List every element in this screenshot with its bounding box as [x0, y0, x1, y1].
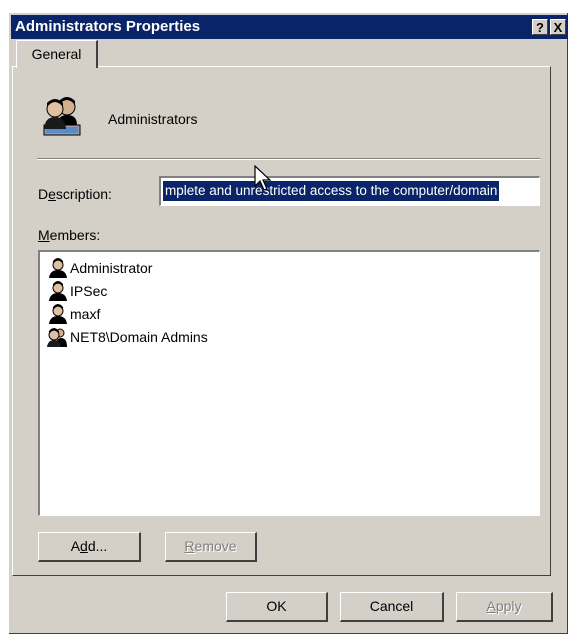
user-icon: [49, 303, 67, 324]
apply-button[interactable]: Apply: [456, 592, 553, 622]
user-icon: [49, 257, 67, 278]
tab-general[interactable]: General: [16, 40, 98, 68]
member-name: IPSec: [70, 282, 108, 299]
members-label: Members:: [38, 227, 101, 243]
tab-general-label: General: [31, 46, 82, 62]
members-list[interactable]: Administrator IPSec maxf NET8\Domain Adm…: [38, 250, 540, 516]
user-icon: [49, 280, 67, 301]
help-button[interactable]: ?: [532, 19, 548, 35]
add-button[interactable]: Add...: [38, 532, 141, 562]
separator: [37, 158, 540, 160]
description-input[interactable]: mplete and unrestricted access to the co…: [159, 176, 540, 206]
remove-button[interactable]: Remove: [165, 532, 257, 562]
member-name: Administrator: [70, 259, 153, 276]
help-icon: ?: [536, 20, 544, 35]
list-item[interactable]: IPSec: [46, 279, 533, 302]
list-item[interactable]: Administrator: [46, 256, 533, 279]
description-label: Description:: [38, 186, 112, 202]
group-icon: [47, 327, 67, 347]
window-title: Administrators Properties: [15, 18, 201, 35]
member-name: maxf: [70, 305, 101, 322]
group-icon: [43, 97, 81, 136]
title-bar[interactable]: Administrators Properties ? X: [11, 15, 568, 39]
list-item[interactable]: NET8\Domain Admins: [46, 325, 533, 348]
close-icon: X: [553, 20, 563, 35]
list-item[interactable]: maxf: [46, 302, 533, 325]
group-name: Administrators: [108, 111, 198, 127]
member-name: NET8\Domain Admins: [70, 328, 208, 345]
cancel-button[interactable]: Cancel: [340, 592, 444, 622]
ok-button[interactable]: OK: [226, 592, 328, 622]
description-value: mplete and unrestricted access to the co…: [163, 181, 500, 201]
mouse-cursor-icon: [254, 165, 272, 191]
close-button[interactable]: X: [550, 19, 566, 35]
